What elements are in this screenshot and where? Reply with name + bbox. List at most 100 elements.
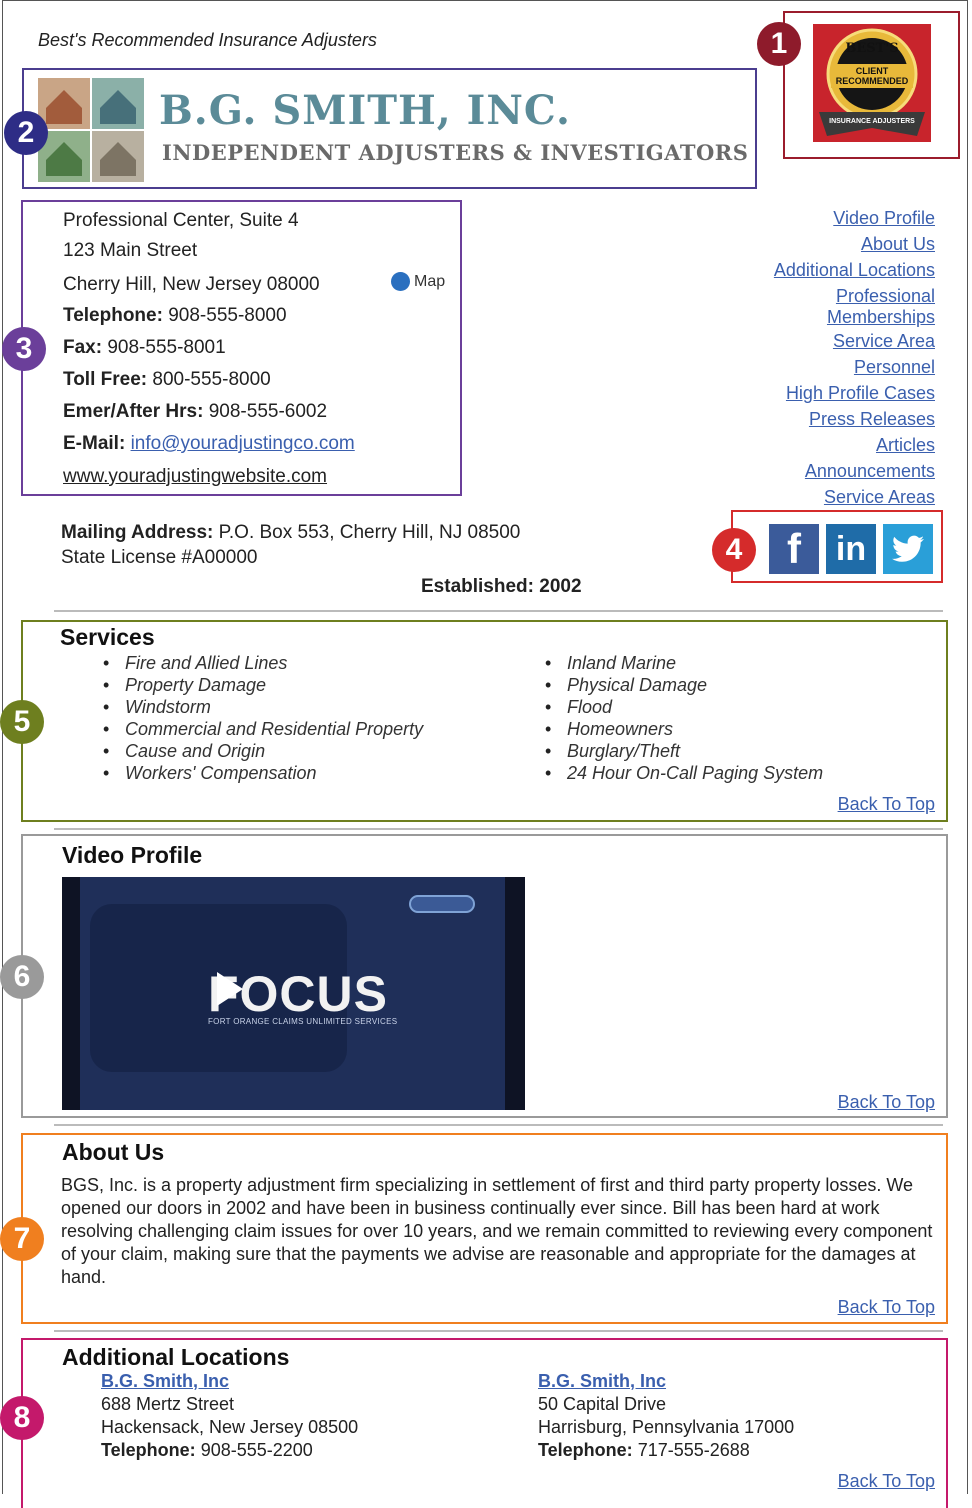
video-player[interactable]: FOCUS FORT ORANGE CLAIMS UNLIMITED SERVI…	[62, 877, 525, 1110]
badge-line1: CLIENT	[856, 66, 889, 76]
website-link[interactable]: www.youradjustingwebsite.com	[63, 466, 327, 488]
video-focus-subtitle: FORT ORANGE CLAIMS UNLIMITED SERVICES	[208, 1017, 398, 1026]
nav-press-releases[interactable]: Press Releases	[774, 406, 935, 432]
video-brand-pill	[409, 895, 475, 913]
emergency-label: Emer/After Hrs:	[63, 401, 204, 422]
services-list-left: Fire and Allied Lines Property Damage Wi…	[103, 652, 423, 784]
location-city: Harrisburg, Pennsylvania 17000	[538, 1417, 795, 1437]
location-city: Hackensack, New Jersey 08500	[101, 1417, 359, 1437]
tagline: Best's Recommended Insurance Adjusters	[38, 30, 377, 50]
nav-personnel[interactable]: Personnel	[774, 354, 935, 380]
list-item: Flood	[545, 696, 823, 718]
nav-articles[interactable]: Articles	[774, 432, 935, 458]
callout-4: 4	[712, 528, 756, 572]
nav-high-profile-cases[interactable]: High Profile Cases	[774, 380, 935, 406]
callout-1: 1	[757, 22, 801, 66]
list-item: Burglary/Theft	[545, 740, 823, 762]
mailing-value: P.O. Box 553, Cherry Hill, NJ 08500	[218, 522, 521, 543]
list-item: Inland Marine	[545, 652, 823, 674]
nav-additional-locations[interactable]: Additional Locations	[774, 257, 935, 283]
nav-about-us[interactable]: About Us	[774, 231, 935, 257]
services-title: Services	[60, 624, 155, 650]
company-subtitle: INDEPENDENT ADJUSTERS & INVESTIGATORS	[162, 140, 749, 165]
location-tel-value: 908-555-2200	[200, 1440, 313, 1460]
list-item: Fire and Allied Lines	[103, 652, 423, 674]
location-tel-label: Telephone:	[538, 1440, 633, 1460]
back-to-top-link[interactable]: Back To Top	[838, 1297, 935, 1318]
tollfree-value: 800-555-8000	[152, 369, 271, 390]
locations-title: Additional Locations	[62, 1344, 290, 1370]
location-name-link[interactable]: B.G. Smith, Inc	[538, 1370, 794, 1393]
fax-label: Fax:	[63, 337, 103, 358]
play-icon[interactable]	[217, 972, 243, 1006]
about-text: BGS, Inc. is a property adjustment firm …	[61, 1175, 933, 1287]
social-links-box: f in	[731, 510, 943, 583]
telephone-value: 908-555-8000	[168, 305, 287, 326]
linkedin-icon[interactable]: in	[826, 524, 876, 574]
callout-3: 3	[2, 327, 46, 371]
mailing-line: Mailing Address: P.O. Box 553, Cherry Hi…	[61, 520, 520, 545]
back-to-top-link[interactable]: Back To Top	[838, 1471, 935, 1492]
company-logo-box: B.G. SMITH, INC. INDEPENDENT ADJUSTERS &…	[22, 68, 757, 189]
list-item: Workers' Compensation	[103, 762, 423, 784]
address-line-1: Professional Center, Suite 4	[63, 210, 299, 231]
badge-ribbon-text: INSURANCE ADJUSTERS	[829, 118, 915, 125]
callout-5: 5	[0, 700, 44, 744]
nav-announcements[interactable]: Announcements	[774, 458, 935, 484]
best-client-recommended-badge: BEST'S CLIENT RECOMMENDED INSURANCE ADJU…	[813, 24, 931, 142]
location-card: B.G. Smith, Inc 688 Mertz Street Hackens…	[101, 1370, 358, 1462]
location-street: 688 Mertz Street	[101, 1394, 235, 1414]
map-label: Map	[414, 272, 446, 290]
location-tel-value: 717-555-2688	[637, 1440, 750, 1460]
twitter-bird-icon	[892, 535, 924, 562]
callout-6: 6	[0, 955, 44, 999]
houses-logo-icon	[38, 78, 144, 182]
location-street: 50 Capital Drive	[538, 1394, 667, 1414]
address-line-3: Cherry Hill, New Jersey 08000	[63, 274, 320, 295]
badge-top-word: BEST'S	[845, 41, 898, 56]
callout-8: 8	[0, 1396, 44, 1440]
back-to-top-link[interactable]: Back To Top	[838, 1092, 935, 1113]
divider	[54, 610, 943, 612]
nav-prof-line1: Professional	[835, 286, 935, 306]
nav-service-area[interactable]: Service Area	[774, 328, 935, 354]
video-frame: FOCUS FORT ORANGE CLAIMS UNLIMITED SERVI…	[80, 877, 505, 1110]
nav-service-areas[interactable]: Service Areas	[774, 484, 935, 510]
about-title: About Us	[62, 1139, 165, 1165]
location-name-link[interactable]: B.G. Smith, Inc	[101, 1370, 358, 1393]
video-title: Video Profile	[62, 842, 203, 868]
callout-7: 7	[0, 1217, 44, 1261]
list-item: 24 Hour On-Call Paging System	[545, 762, 823, 784]
tollfree-label: Toll Free:	[63, 369, 148, 390]
best-badge-box: BEST'S CLIENT RECOMMENDED INSURANCE ADJU…	[783, 11, 960, 159]
location-telephone: Telephone: 908-555-2200	[101, 1439, 358, 1462]
back-to-top-link[interactable]: Back To Top	[838, 794, 935, 815]
email-line: E-Mail: info@youradjustingco.com	[63, 433, 355, 455]
established-year: Established: 2002	[421, 576, 582, 597]
facebook-icon[interactable]: f	[769, 524, 819, 574]
emergency-line: Emer/After Hrs: 908-555-6002	[63, 401, 327, 423]
list-item: Physical Damage	[545, 674, 823, 696]
company-name: B.G. SMITH, INC.	[159, 87, 571, 134]
list-item: Windstorm	[103, 696, 423, 718]
list-item: Homeowners	[545, 718, 823, 740]
location-card: B.G. Smith, Inc 50 Capital Drive Harrisb…	[538, 1370, 794, 1462]
nav-video-profile[interactable]: Video Profile	[774, 205, 935, 231]
list-item: Commercial and Residential Property	[103, 718, 423, 740]
map-link[interactable]: Map	[391, 272, 445, 291]
twitter-icon[interactable]	[883, 524, 933, 574]
nav-professional-memberships[interactable]: Professional Memberships	[774, 283, 935, 328]
contact-info-box: Professional Center, Suite 4 123 Main St…	[21, 200, 462, 496]
tollfree-line: Toll Free: 800-555-8000	[63, 369, 271, 391]
emergency-value: 908-555-6002	[208, 401, 328, 422]
fax-line: Fax: 908-555-8001	[63, 337, 226, 359]
mailing-block: Mailing Address: P.O. Box 553, Cherry Hi…	[61, 520, 520, 570]
services-section: Services Fire and Allied Lines Property …	[21, 620, 948, 822]
list-item: Cause and Origin	[103, 740, 423, 762]
address-line-2: 123 Main Street	[63, 240, 198, 261]
callout-2: 2	[4, 111, 48, 155]
email-link[interactable]: info@youradjustingco.com	[131, 433, 355, 454]
divider	[54, 828, 943, 830]
globe-icon	[391, 272, 410, 291]
badge-line2: RECOMMENDED	[836, 76, 909, 86]
